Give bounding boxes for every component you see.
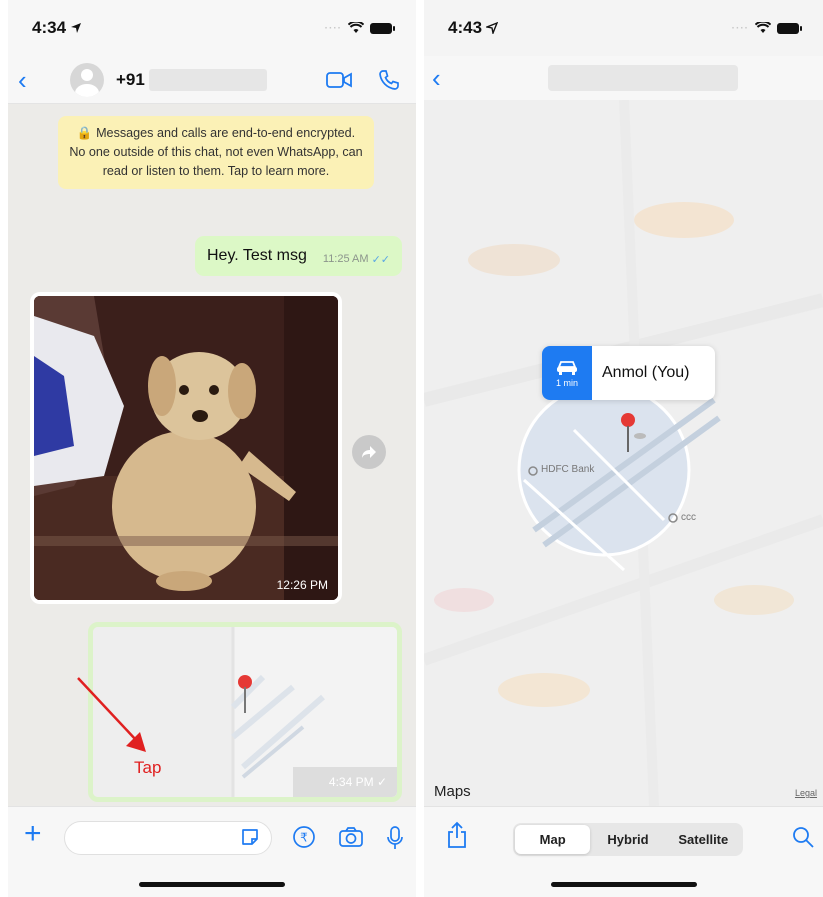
map-label-hdfc-bank[interactable]: HDFC Bank bbox=[541, 464, 594, 475]
map-view[interactable]: HDFC Bank ccc 1 min Anmol (You) Maps Leg… bbox=[424, 100, 823, 806]
video-call-icon[interactable] bbox=[326, 71, 352, 89]
microphone-icon[interactable] bbox=[386, 825, 404, 851]
annotation-arrow bbox=[77, 677, 146, 752]
message-composer: + ₹ bbox=[8, 806, 416, 897]
map-background bbox=[424, 100, 823, 806]
location-owner-name: Anmol (You) bbox=[602, 364, 690, 381]
redacted-number bbox=[148, 68, 267, 91]
wifi-icon bbox=[755, 22, 771, 33]
share-icon[interactable] bbox=[446, 821, 468, 849]
search-icon[interactable] bbox=[791, 825, 815, 849]
clock: 4:43 bbox=[448, 18, 483, 37]
clock: 4:34 bbox=[32, 18, 67, 37]
directions-button[interactable]: 1 min bbox=[542, 346, 592, 400]
attach-button[interactable]: + bbox=[24, 819, 42, 849]
chat-area[interactable]: 🔒 Messages and calls are end-to-end encr… bbox=[8, 104, 416, 806]
payment-rupee-icon[interactable]: ₹ bbox=[292, 825, 316, 849]
location-arrow-icon bbox=[71, 23, 82, 33]
photo-time: 12:26 PM bbox=[276, 578, 328, 592]
signal-dots-icon: ···· bbox=[731, 22, 749, 34]
map-mode-segmented-control: Map Hybrid Satellite bbox=[513, 823, 743, 856]
whatsapp-screen: 4:34 ···· ‹ +91 🔒 Messages and calls are… bbox=[8, 0, 416, 897]
contact-number[interactable]: +91 bbox=[116, 70, 145, 90]
signal-dots-icon: ···· bbox=[324, 22, 342, 34]
back-button[interactable]: ‹ bbox=[18, 67, 48, 93]
map-mode-hybrid[interactable]: Hybrid bbox=[590, 825, 665, 854]
car-icon bbox=[557, 360, 577, 375]
battery-icon bbox=[777, 22, 802, 34]
message-text: Hey. Test msg bbox=[207, 247, 307, 264]
location-arrow-icon bbox=[486, 22, 499, 34]
back-button[interactable]: ‹ bbox=[432, 65, 462, 91]
location-callout[interactable]: 1 min Anmol (You) bbox=[542, 346, 715, 400]
maps-screen: 4:43 ···· ‹ HDFC Bank ccc 1 min Anmol (Y… bbox=[424, 0, 823, 897]
map-mode-satellite[interactable]: Satellite bbox=[666, 825, 741, 854]
dog-photo bbox=[34, 296, 338, 600]
forward-icon bbox=[362, 446, 376, 458]
chat-header: ‹ +91 bbox=[8, 56, 416, 104]
apple-maps-logo: Maps bbox=[434, 783, 471, 800]
home-indicator[interactable] bbox=[550, 882, 697, 887]
double-tick-icon: ✓✓ bbox=[371, 253, 390, 266]
battery-icon bbox=[370, 22, 395, 34]
wifi-icon bbox=[348, 22, 364, 33]
tap-annotation: Tap bbox=[134, 758, 162, 777]
map-toolbar: Map Hybrid Satellite bbox=[424, 806, 823, 897]
map-header: ‹ bbox=[424, 56, 823, 100]
status-bar: 4:34 ···· bbox=[8, 0, 416, 56]
forward-button[interactable] bbox=[352, 435, 386, 469]
phone-call-icon[interactable] bbox=[378, 69, 400, 91]
map-mode-map[interactable]: Map bbox=[515, 825, 591, 854]
map-label-ccc[interactable]: ccc bbox=[681, 512, 696, 523]
sent-message-bubble[interactable]: Hey. Test msg 11:25 AM ✓✓ bbox=[195, 236, 402, 276]
message-time: 11:25 AM bbox=[322, 253, 369, 265]
encryption-notice[interactable]: 🔒 Messages and calls are end-to-end encr… bbox=[58, 116, 374, 189]
eta-text: 1 min bbox=[555, 377, 578, 388]
photo-message[interactable]: 12:26 PM bbox=[30, 292, 342, 604]
svg-text:₹: ₹ bbox=[300, 831, 308, 845]
location-time: 4:34 PM ✓ bbox=[328, 775, 387, 789]
redacted-location-title bbox=[548, 65, 738, 91]
legal-link[interactable]: Legal bbox=[795, 788, 817, 798]
avatar[interactable] bbox=[70, 62, 104, 97]
sticker-icon[interactable] bbox=[240, 827, 260, 847]
camera-icon[interactable] bbox=[338, 825, 364, 849]
home-indicator[interactable] bbox=[139, 882, 285, 887]
status-bar: 4:43 ···· bbox=[424, 0, 823, 56]
